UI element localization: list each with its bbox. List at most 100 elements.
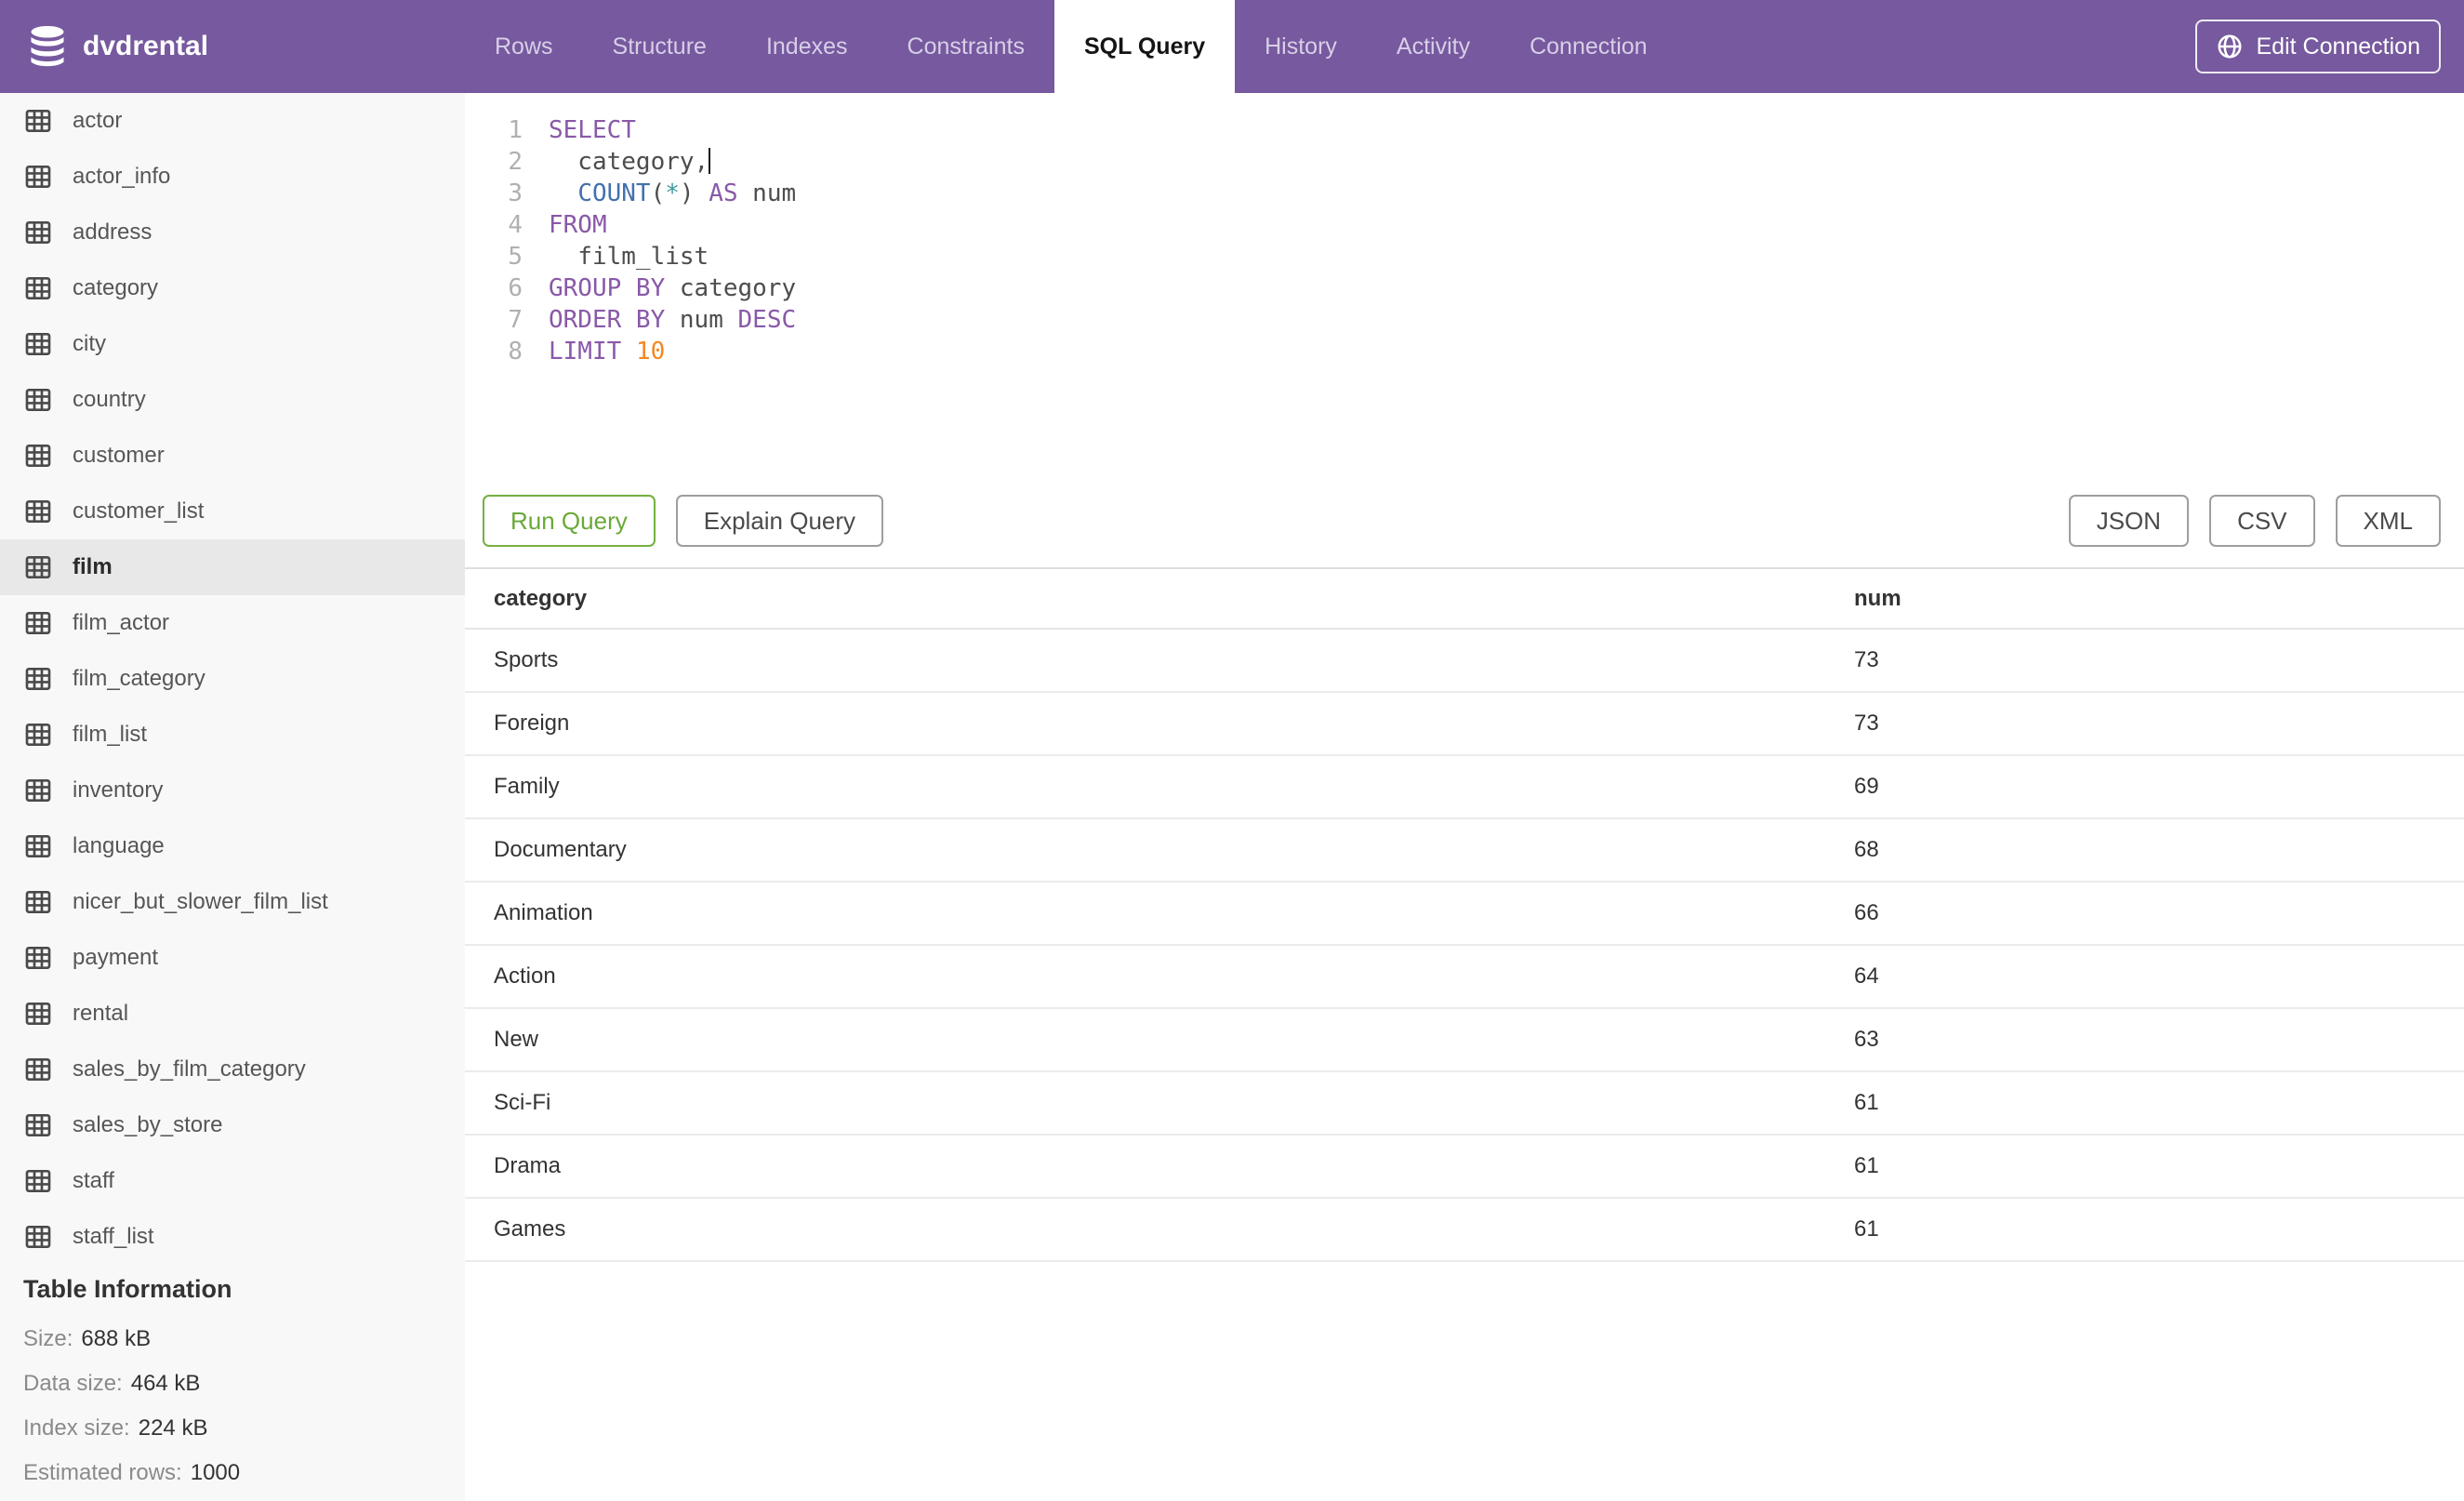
editor-line[interactable]: 5 film_list [465, 241, 2464, 272]
editor-line[interactable]: 8 LIMIT 10 [465, 336, 2464, 367]
sidebar-item-actor-info[interactable]: actor_info [0, 149, 465, 205]
table-name-label: film_actor [73, 610, 170, 635]
result-cell-num: 73 [1854, 629, 2464, 693]
sidebar-item-actor[interactable]: actor [0, 93, 465, 149]
table-grid-icon [25, 221, 51, 244]
table-grid-icon [25, 389, 51, 411]
line-number: 6 [508, 274, 523, 302]
table-name-label: film [73, 554, 113, 579]
table-grid-icon [25, 612, 51, 634]
sidebar-item-sales-by-store[interactable]: sales_by_store [0, 1097, 465, 1153]
table-grid-icon [25, 1114, 51, 1136]
sidebar-item-staff-list[interactable]: staff_list [0, 1209, 465, 1265]
sidebar-item-country[interactable]: country [0, 372, 465, 428]
line-number: 2 [508, 148, 523, 176]
result-cell-num: 73 [1854, 692, 2464, 756]
table-grid-icon [25, 724, 51, 746]
tab-structure[interactable]: Structure [583, 0, 736, 93]
line-number: 1 [508, 116, 523, 144]
sidebar-item-film-actor[interactable]: film_actor [0, 595, 465, 651]
line-code: category, [549, 148, 711, 176]
column-header-category: category [465, 569, 1854, 630]
tab-activity[interactable]: Activity [1367, 0, 1500, 93]
editor-line[interactable]: 1 SELECT [465, 114, 2464, 146]
editor-line[interactable]: 3 COUNT(*) AS num [465, 178, 2464, 209]
sidebar-item-customer[interactable]: customer [0, 428, 465, 484]
result-cell-category: Action [465, 945, 1854, 1009]
sidebar-item-language[interactable]: language [0, 818, 465, 874]
tab-indexes[interactable]: Indexes [736, 0, 878, 93]
brand-label: dvdrental [83, 31, 209, 61]
table-name-label: category [73, 275, 159, 300]
tab-rows[interactable]: Rows [465, 0, 583, 93]
result-row: Documentary 68 [465, 818, 2464, 883]
result-cell-category: Games [465, 1198, 1854, 1262]
sidebar-item-rental[interactable]: rental [0, 986, 465, 1042]
table-grid-icon [25, 947, 51, 969]
info-label: Index size: [23, 1415, 130, 1441]
sidebar-item-film-category[interactable]: film_category [0, 651, 465, 707]
page-body: actor actor_info address category city c… [0, 93, 2464, 1501]
table-grid-icon [25, 333, 51, 355]
table-information-heading: Table Information [23, 1275, 232, 1303]
table-grid-icon [25, 1003, 51, 1025]
sidebar-item-inventory[interactable]: inventory [0, 763, 465, 818]
sidebar-item-payment[interactable]: payment [0, 930, 465, 986]
sidebar-item-sales-by-film-category[interactable]: sales_by_film_category [0, 1042, 465, 1097]
export-button-csv[interactable]: CSV [2209, 495, 2315, 547]
sidebar-item-film-list[interactable]: film_list [0, 707, 465, 763]
edit-connection-button[interactable]: Edit Connection [2195, 20, 2441, 73]
tab-history[interactable]: History [1235, 0, 1367, 93]
result-row: Action 64 [465, 945, 2464, 1009]
sidebar-item-city[interactable]: city [0, 316, 465, 372]
table-name-label: actor [73, 108, 123, 133]
line-code: SELECT [549, 116, 636, 144]
table-info-row: Estimated rows: 1000 [0, 1451, 465, 1495]
table-name-label: sales_by_store [73, 1112, 223, 1137]
table-grid-icon [25, 445, 51, 467]
table-name-label: rental [73, 1001, 129, 1026]
export-buttons: JSON CSV XML [2068, 495, 2441, 547]
sidebar-item-film[interactable]: film [0, 539, 465, 595]
editor-line[interactable]: 4 FROM [465, 209, 2464, 241]
editor-line[interactable]: 6 GROUP BY category [465, 272, 2464, 304]
info-label: Size: [23, 1326, 73, 1351]
line-code: COUNT(*) AS num [577, 179, 797, 207]
line-number: 7 [508, 306, 523, 334]
sidebar-item-customer-list[interactable]: customer_list [0, 484, 465, 539]
info-value: 1000 [190, 1460, 241, 1485]
editor-line[interactable]: 7 ORDER BY num DESC [465, 304, 2464, 336]
line-code: GROUP BY category [549, 274, 797, 302]
sidebar-item-staff[interactable]: staff [0, 1153, 465, 1209]
sidebar-item-address[interactable]: address [0, 205, 465, 260]
export-button-xml[interactable]: XML [2335, 495, 2441, 547]
table-name-label: sales_by_film_category [73, 1056, 306, 1082]
result-row: Drama 61 [465, 1135, 2464, 1199]
table-name-label: country [73, 387, 146, 412]
editor-line[interactable]: 2 category, [465, 146, 2464, 178]
tab-connection[interactable]: Connection [1500, 0, 1676, 93]
explain-query-button[interactable]: Explain Query [675, 495, 884, 547]
sidebar-item-nicer-but-slower-film-list[interactable]: nicer_but_slower_film_list [0, 874, 465, 930]
run-query-button[interactable]: Run Query [483, 495, 656, 547]
tab-constraints[interactable]: Constraints [878, 0, 1054, 93]
table-grid-icon [25, 110, 51, 132]
table-grid-icon [25, 1226, 51, 1248]
table-info-row: Index size: 224 kB [0, 1406, 465, 1451]
tables-sidebar: actor actor_info address category city c… [0, 93, 465, 1501]
header-spacer [1677, 0, 2196, 93]
line-number: 3 [508, 179, 523, 207]
export-button-json[interactable]: JSON [2068, 495, 2190, 547]
result-cell-category: Sports [465, 629, 1854, 693]
info-value: 224 kB [138, 1415, 208, 1441]
line-code: LIMIT 10 [549, 338, 666, 365]
table-grid-icon [25, 668, 51, 690]
result-cell-category: Sci-Fi [465, 1071, 1854, 1136]
tab-sql-query[interactable]: SQL Query [1053, 0, 1236, 93]
line-code: FROM [549, 211, 607, 239]
sql-editor[interactable]: 1 SELECT 2 category, 3 COUNT(*) AS num 4… [465, 93, 2464, 495]
result-cell-num: 69 [1854, 755, 2464, 819]
sidebar-item-category[interactable]: category [0, 260, 465, 316]
table-name-label: city [73, 331, 106, 356]
table-name-label: address [73, 219, 152, 245]
